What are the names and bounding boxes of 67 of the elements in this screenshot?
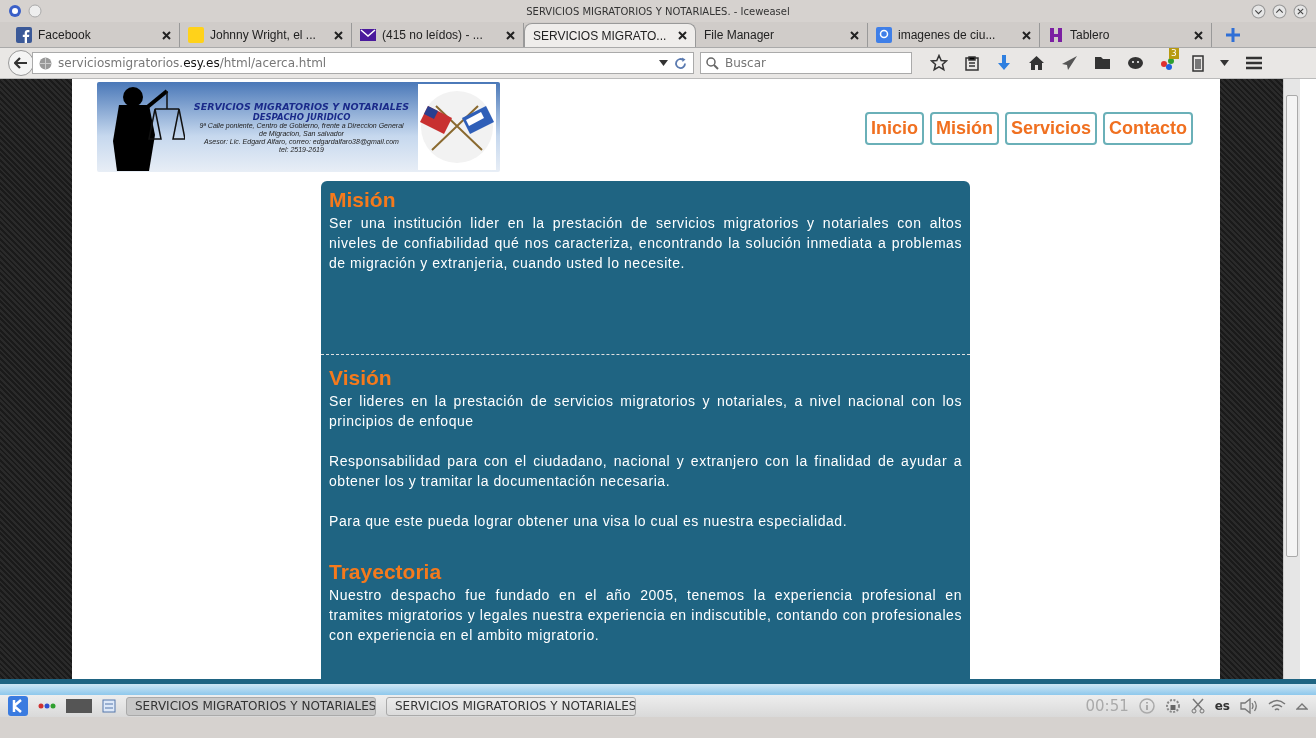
dropdown-caret-icon[interactable] bbox=[659, 60, 668, 66]
section-paragraph: Responsabilidad para con el ciudadano, nacional y extranjero con la finalidad de ayudar a obtener los y tramitar la documentación necesaria. bbox=[329, 452, 962, 491]
menu-icon[interactable] bbox=[1245, 56, 1263, 70]
scissors-icon[interactable] bbox=[1190, 698, 1205, 714]
dots-icon[interactable] bbox=[38, 702, 56, 710]
new-tab-icon[interactable] bbox=[1224, 26, 1242, 44]
folder-icon[interactable] bbox=[1094, 56, 1111, 70]
maximize-icon[interactable] bbox=[1272, 3, 1287, 19]
reload-icon[interactable] bbox=[674, 56, 687, 70]
close-tab-icon[interactable] bbox=[1194, 30, 1203, 40]
vertical-scrollbar[interactable] bbox=[1283, 79, 1300, 679]
section-heading: Visión bbox=[329, 365, 393, 391]
close-tab-icon[interactable] bbox=[1022, 30, 1031, 40]
back-arrow-icon bbox=[14, 57, 28, 69]
globe-icon bbox=[39, 56, 52, 70]
search-icon bbox=[706, 57, 719, 70]
window-title: SERVICIOS MIGRATORIOS Y NOTARIALES. - Iceweasel bbox=[525, 5, 791, 17]
section-heading: Misión bbox=[329, 187, 397, 213]
section-paragraph: Ser una institución lider en la prestación de servicios migratorios y notariales con altos niveles de confiabilidad qué nos caracteriza, encontrando la solución inmediata a problemas de migración y extranjeria, cuando usted lo necesite. bbox=[329, 214, 962, 273]
square-icon bbox=[188, 27, 204, 43]
close-tab-icon[interactable] bbox=[678, 31, 687, 40]
f-logo-icon bbox=[16, 27, 32, 43]
up-arrow-icon[interactable] bbox=[1296, 702, 1308, 710]
close-tab-icon[interactable] bbox=[334, 30, 343, 40]
browser-tab[interactable]: Tablero bbox=[1040, 23, 1212, 47]
browser-tab[interactable]: SERVICIOS MIGRATO... bbox=[524, 23, 696, 47]
keyboard-layout-indicator[interactable]: es bbox=[1214, 699, 1230, 713]
taskbar-window-button[interactable]: SERVICIOS MIGRATORIOS Y NOTARIALES bbox=[386, 696, 636, 716]
browser-logo-icon bbox=[8, 4, 22, 18]
section-heading: Trayectoria bbox=[329, 559, 443, 585]
close-tab-icon[interactable] bbox=[850, 30, 859, 40]
h-logo-icon bbox=[1048, 27, 1064, 43]
back-button[interactable] bbox=[8, 50, 34, 76]
close-tab-icon[interactable] bbox=[506, 30, 515, 40]
banner-subtitle: DESPACHO JURIDICO bbox=[252, 111, 351, 122]
clock: 00:51 bbox=[1085, 697, 1129, 715]
battery-icon[interactable] bbox=[1192, 54, 1204, 72]
wifi-icon[interactable] bbox=[1268, 699, 1286, 713]
chat-icon[interactable] bbox=[1127, 55, 1144, 71]
k-menu-icon[interactable] bbox=[8, 696, 28, 716]
dropdown-caret-icon[interactable] bbox=[1220, 60, 1229, 66]
volume-icon[interactable] bbox=[1240, 698, 1258, 714]
section-paragraph: Nuestro despacho fue fundado en el año 2005, tenemos la experiencia profesional en tramites migratorios y legales nuestra experiencia en indiscutible, contando con profesionales con experiencia en el ambito migratorio. bbox=[329, 586, 962, 645]
close-tab-icon[interactable] bbox=[162, 30, 171, 40]
section-paragraph: Para que este pueda lograr obtener una visa lo cual es nuestra especialidad. bbox=[329, 512, 849, 531]
taskbar-window-button[interactable]: SERVICIOS MIGRATORIOS Y NOTARIALES bbox=[126, 696, 376, 716]
notification-badge: 3 bbox=[1169, 48, 1179, 59]
star-icon[interactable] bbox=[930, 54, 948, 72]
horizontal-scrollbar[interactable] bbox=[0, 679, 1316, 695]
browser-tab[interactable]: File Manager bbox=[696, 23, 868, 47]
crossed-flags-icon bbox=[418, 84, 496, 170]
envelope-icon bbox=[360, 29, 376, 41]
section-paragraph: Ser lideres en la prestación de servicios migratorios y notariales, a nivel nacional con los principios de enfoque bbox=[329, 392, 962, 431]
paper-plane-icon[interactable] bbox=[1061, 55, 1078, 71]
clipboard-icon[interactable] bbox=[964, 55, 980, 71]
browser-tab[interactable]: Facebook bbox=[8, 23, 180, 47]
browser-tab[interactable]: Johnny Wright, el ... bbox=[180, 23, 352, 47]
minimize-icon[interactable] bbox=[1251, 3, 1266, 19]
close-icon[interactable] bbox=[1293, 3, 1308, 19]
browser-tab[interactable]: (415 no leídos) - ... bbox=[352, 23, 524, 47]
browser-tab[interactable]: imagenes de ciu... bbox=[868, 23, 1040, 47]
banner-title: SERVICIOS MIGRATORIOS Y NOTARIALES bbox=[193, 100, 410, 112]
search-field[interactable]: Buscar bbox=[700, 52, 912, 74]
download-icon[interactable] bbox=[996, 54, 1012, 72]
address-field[interactable]: serviciosmigratorios.esy.es/html/acerca.html bbox=[32, 52, 694, 74]
home-icon[interactable] bbox=[1028, 55, 1045, 71]
g-logo-icon bbox=[876, 27, 892, 43]
